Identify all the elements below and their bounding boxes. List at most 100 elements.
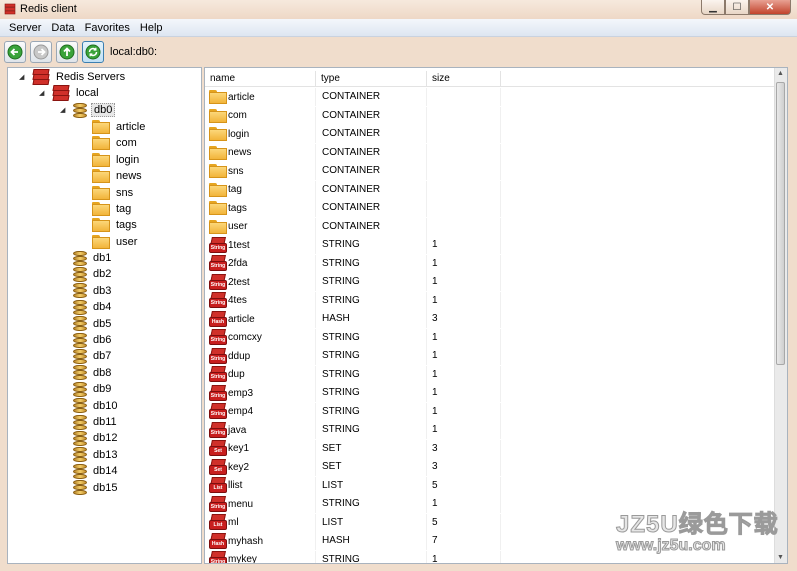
tree-label: db5: [93, 317, 112, 330]
tree-node-db[interactable]: db4: [73, 299, 113, 315]
scroll-up-icon[interactable]: ▲: [777, 70, 784, 77]
table-row[interactable]: Set key2 SET 3: [205, 458, 775, 476]
tree-node-db[interactable]: db3: [73, 283, 113, 299]
table-row[interactable]: String emp3 STRING 1: [205, 384, 775, 402]
folder-icon: [92, 218, 110, 233]
scroll-down-icon[interactable]: ▼: [777, 554, 784, 561]
table-row[interactable]: user CONTAINER: [205, 217, 775, 236]
minimize-button[interactable]: ▁: [701, 0, 725, 15]
tree-node-db[interactable]: db10: [73, 398, 119, 414]
tree-label: db10: [93, 399, 118, 412]
table-row[interactable]: Set key1 SET 3: [205, 439, 775, 458]
tree-node-folder[interactable]: login: [92, 152, 141, 168]
tree-node-db[interactable]: db11: [73, 414, 119, 430]
menu-data[interactable]: Data: [46, 22, 79, 34]
expand-arrow-icon[interactable]: ◢: [39, 89, 47, 97]
menu-server[interactable]: Server: [0, 22, 46, 34]
cell-size: 3: [427, 310, 501, 328]
up-button[interactable]: [56, 40, 78, 63]
key-name: ddup: [228, 350, 251, 362]
tree-label: db7: [93, 350, 112, 363]
menu-favorites[interactable]: Favorites: [80, 22, 135, 34]
tree-node-db[interactable]: db6: [73, 332, 113, 348]
cell-type: STRING: [316, 236, 427, 254]
table-row[interactable]: String 2fda STRING 1: [205, 254, 775, 273]
menu-help[interactable]: Help: [135, 22, 168, 34]
scrollbar-thumb[interactable]: [776, 82, 785, 365]
tree-node-db[interactable]: db7: [73, 348, 113, 364]
database-icon: [73, 480, 87, 496]
tree-node-folder[interactable]: sns: [92, 185, 135, 201]
string-key-icon: String: [209, 329, 227, 346]
column-header-type[interactable]: type: [316, 71, 427, 86]
table-row[interactable]: String comcxy STRING 1: [205, 328, 775, 347]
tree-node-folder[interactable]: tag: [92, 201, 133, 217]
back-button[interactable]: [4, 40, 26, 63]
maximize-button[interactable]: ☐: [725, 0, 749, 15]
cell-type: CONTAINER: [316, 125, 427, 143]
tree-node-db0[interactable]: ◢ db0: [60, 102, 116, 118]
table-row[interactable]: String 2test STRING 1: [205, 273, 775, 291]
table-row[interactable]: String 4tes STRING 1: [205, 291, 775, 310]
cell-size: [427, 180, 501, 199]
tree-node-db[interactable]: db12: [73, 430, 119, 446]
refresh-button[interactable]: [82, 40, 104, 63]
tree-node-db[interactable]: db15: [73, 480, 119, 496]
key-name: java: [228, 424, 247, 436]
table-row[interactable]: String emp4 STRING 1: [205, 402, 775, 421]
key-name: key2: [228, 461, 250, 473]
table-row[interactable]: String dup STRING 1: [205, 365, 775, 384]
server-tree: ◢ Redis Servers ◢ local ◢ db0 article com login n…: [7, 67, 202, 564]
table-row[interactable]: String 1test STRING 1: [205, 236, 775, 254]
string-key-icon: String: [209, 292, 227, 309]
table-row[interactable]: sns CONTAINER: [205, 162, 775, 180]
table-row[interactable]: article CONTAINER: [205, 88, 775, 106]
tree-node-db[interactable]: db1: [73, 250, 113, 266]
cell-type: LIST: [316, 513, 427, 532]
close-button[interactable]: ✕: [749, 0, 791, 15]
tree-node-folder[interactable]: com: [92, 135, 139, 151]
table-row[interactable]: List llist LIST 5: [205, 476, 775, 495]
tree-node-db[interactable]: db9: [73, 381, 113, 397]
table-row[interactable]: news CONTAINER: [205, 143, 775, 162]
tree-node-local[interactable]: ◢ local: [39, 85, 101, 101]
tree-node-folder[interactable]: article: [92, 119, 147, 135]
expand-arrow-icon[interactable]: ◢: [60, 106, 68, 114]
column-header-name[interactable]: name: [205, 71, 316, 86]
forward-button[interactable]: [30, 40, 52, 63]
table-row[interactable]: com CONTAINER: [205, 106, 775, 125]
string-key-icon: String: [209, 273, 227, 291]
tree-label: user: [116, 235, 138, 248]
tree-node-db[interactable]: db13: [73, 447, 119, 463]
tree-node-db[interactable]: db2: [73, 266, 113, 282]
key-name: mykey: [228, 554, 257, 564]
key-name: emp3: [228, 387, 254, 399]
expand-arrow-icon[interactable]: ◢: [19, 73, 27, 81]
cell-size: 3: [427, 458, 501, 476]
table-row[interactable]: login CONTAINER: [205, 125, 775, 143]
table-row[interactable]: String ddup STRING 1: [205, 347, 775, 365]
cell-name: String comcxy: [205, 328, 316, 347]
cell-type: STRING: [316, 291, 427, 310]
table-row[interactable]: String java STRING 1: [205, 421, 775, 439]
vertical-scrollbar[interactable]: ▲ ▼: [774, 68, 787, 563]
key-name: 4tes: [228, 295, 247, 306]
key-name: article: [228, 313, 255, 325]
column-header-size[interactable]: size: [427, 71, 501, 86]
tree-node-db[interactable]: db5: [73, 316, 113, 332]
table-row[interactable]: Hash article HASH 3: [205, 310, 775, 328]
tree-node-folder[interactable]: user: [92, 234, 139, 250]
table-row[interactable]: tags CONTAINER: [205, 199, 775, 217]
tree-node-redis-servers[interactable]: ◢ Redis Servers: [19, 69, 127, 85]
tree-node-db[interactable]: db14: [73, 463, 119, 479]
key-name: com: [228, 110, 247, 121]
key-name: 2fda: [228, 258, 248, 269]
tree-node-folder[interactable]: tags: [92, 217, 139, 233]
tree-label: local: [76, 87, 99, 99]
cell-type: SET: [316, 458, 427, 476]
list-header: name type size: [205, 71, 775, 87]
table-row[interactable]: tag CONTAINER: [205, 180, 775, 199]
tree-node-db[interactable]: db8: [73, 365, 113, 381]
arrow-left-icon: [7, 44, 23, 59]
tree-node-folder[interactable]: news: [92, 168, 144, 184]
